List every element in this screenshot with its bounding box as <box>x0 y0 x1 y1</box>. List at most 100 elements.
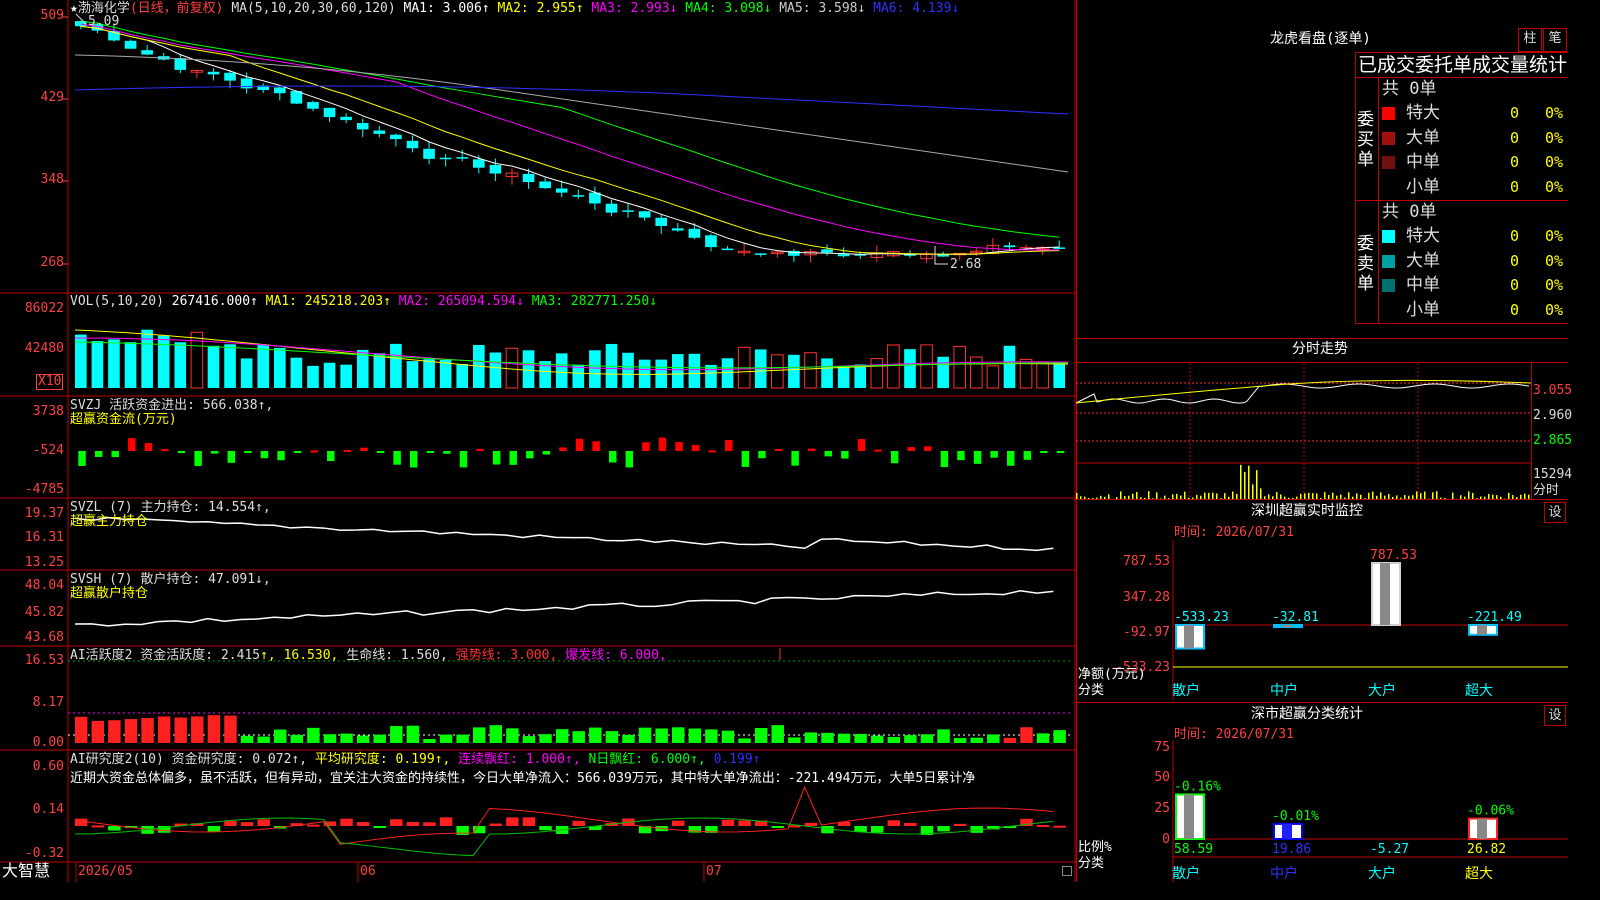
volume-bar <box>821 358 833 388</box>
order-count: 0 <box>1510 128 1520 147</box>
legend-swatch <box>1382 230 1395 243</box>
fund-flow-bar <box>194 451 202 466</box>
bar-mode-button[interactable]: 柱 <box>1518 28 1542 52</box>
volume-bar <box>937 356 949 388</box>
fund-flow-bar <box>824 451 833 457</box>
candle-body <box>837 254 850 257</box>
price-mode[interactable]: (日线，前复权) <box>130 1 224 16</box>
intraday-axis-label: 3.055 <box>1533 383 1573 398</box>
research-bar <box>240 822 254 826</box>
activity-bar <box>871 735 884 743</box>
intraday-volume-bar <box>1436 491 1438 499</box>
intraday-chart[interactable] <box>1076 363 1532 499</box>
app-brand-name[interactable]: 大智慧 <box>2 862 50 880</box>
activity-bar <box>423 738 436 743</box>
candle-body <box>1003 245 1016 248</box>
divider <box>1076 338 1568 339</box>
fund-flow-bar <box>807 448 816 451</box>
volume-bar <box>307 365 319 388</box>
ai2-axis-label: -0.32 <box>24 846 64 861</box>
fund-flow-bar <box>144 443 153 451</box>
monitor-category-label: 中户 <box>1270 682 1298 699</box>
divider <box>1531 363 1532 499</box>
volume-bar <box>771 354 784 389</box>
order-percent: 0% <box>1545 104 1564 122</box>
research-bar <box>91 825 105 828</box>
monitor-settings-button[interactable]: 设 <box>1544 502 1566 523</box>
activity-bar <box>307 727 320 743</box>
candle-body <box>307 102 319 109</box>
activity-bar <box>406 725 420 743</box>
ma2-value: MA2: 2.955↑ <box>497 1 584 16</box>
main-force-line <box>74 516 1054 552</box>
research-bar <box>257 819 270 826</box>
order-size-name: 中单 <box>1406 152 1440 172</box>
fund-flow-bar <box>426 451 435 453</box>
fund-flow-bar <box>924 446 932 451</box>
fund-flow-bar <box>575 438 584 451</box>
activity-bar <box>141 717 154 743</box>
fund-flow-bar <box>360 447 368 451</box>
buy-orders-label: 委买单 <box>1357 110 1374 170</box>
order-count: 0 <box>1510 227 1520 245</box>
intraday-axis-label: 2.865 <box>1533 433 1573 448</box>
fund-flow-bar <box>1056 451 1065 453</box>
volume-bar <box>91 341 104 388</box>
activity-bar <box>439 734 453 743</box>
order-percent: 0% <box>1545 251 1564 270</box>
classify-settings-button[interactable]: 设 <box>1544 705 1566 726</box>
activity-bar <box>473 727 486 743</box>
main-chart-canvas[interactable] <box>0 0 1076 882</box>
classify-chart[interactable]: 75 50 25 0 -0.16% 58.59 散户 -0.01% 19.86 中户 -5.27 大户… <box>1076 740 1568 882</box>
divider <box>1355 52 1356 324</box>
main-chart-area[interactable]: ★渤海化学(日线，前复权) MA(5,10,20,30,60,120) MA1:… <box>0 0 1076 882</box>
intraday-volume-bar <box>1252 484 1254 499</box>
ma5-value: MA5: 3.598↓ <box>779 1 866 16</box>
intraday-volume-bar <box>1424 491 1426 499</box>
candle-body <box>141 50 153 55</box>
activity-bar <box>721 730 735 743</box>
intraday-axis-label: 2.960 <box>1533 408 1573 423</box>
legend-swatch <box>1382 303 1395 317</box>
vol-axis-label: 42480 <box>24 341 64 356</box>
intraday-volume-bar <box>1416 491 1418 499</box>
candle-body <box>555 188 568 193</box>
monitor-time: 时间: 2026/07/31 <box>1174 525 1294 540</box>
order-size-name: 特大 <box>1406 103 1440 123</box>
svzj-axis-label: 3738 <box>32 404 64 419</box>
lock-icon[interactable] <box>1062 866 1072 876</box>
extra-value: 0.199↑ <box>713 752 761 767</box>
volume-bar <box>423 359 435 388</box>
fund-flow-bar <box>509 451 517 465</box>
svsh-axis-label: 45.82 <box>24 605 64 620</box>
fund-flow-bar <box>177 451 186 453</box>
activity-bar <box>854 733 867 743</box>
divider <box>1355 52 1568 53</box>
vol-unit-badge[interactable]: X10 <box>36 374 64 390</box>
star-mark[interactable]: ★ <box>70 1 78 16</box>
fund-flow-bar <box>559 447 567 451</box>
classify-axis-tick: 25 <box>1154 801 1170 816</box>
activity-bar <box>970 737 983 743</box>
volume-bar <box>1053 361 1066 388</box>
classify-top-value: -0.06% <box>1467 804 1514 819</box>
price-axis-label: 348 <box>40 172 64 187</box>
research-red-line <box>74 785 1054 845</box>
research-bar <box>871 826 884 833</box>
volume-bar <box>887 344 900 389</box>
research-bar <box>539 826 552 831</box>
candle-body <box>406 140 419 149</box>
classify-bottom-value: 58.59 <box>1174 842 1213 857</box>
monitor-chart[interactable]: 787.53347.28-92.97-533.23-533.23散户-32.81… <box>1076 540 1568 700</box>
fund-flow-bar <box>675 442 683 451</box>
monitor-bar-shade <box>1380 563 1390 625</box>
volume-bar <box>505 347 519 389</box>
low-price-mark: 2.68 <box>950 257 982 272</box>
activity-bar <box>622 734 635 743</box>
classify-bottom-value: -5.27 <box>1370 842 1409 857</box>
candle-body <box>672 228 684 231</box>
pen-mode-button[interactable]: 笔 <box>1543 28 1567 52</box>
volume-bar <box>837 365 850 388</box>
volume-bar <box>672 354 684 388</box>
activity-bar <box>390 726 403 743</box>
